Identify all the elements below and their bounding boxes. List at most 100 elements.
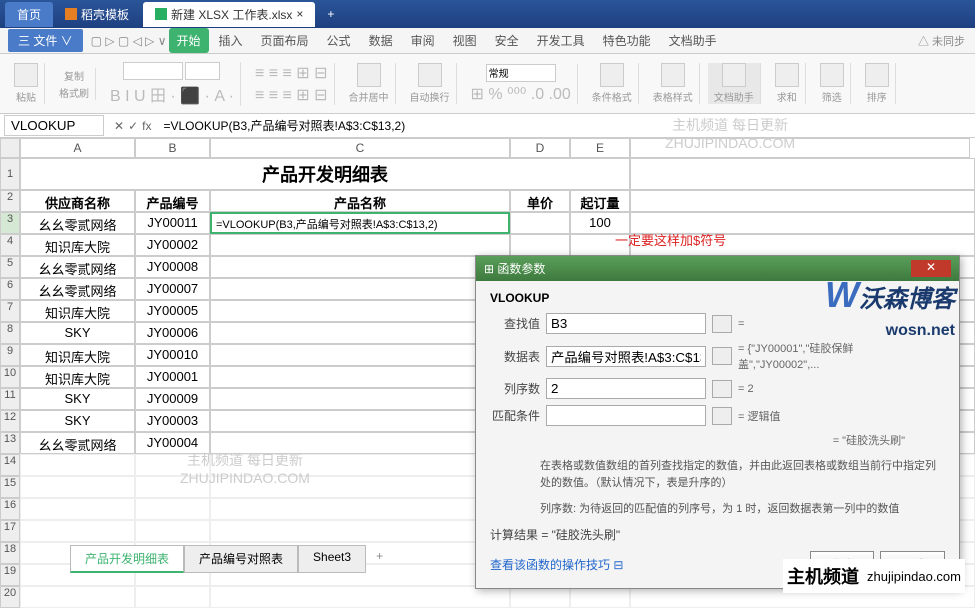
cell-product-name[interactable]	[210, 300, 510, 322]
sheet-tab-3[interactable]: Sheet3	[298, 545, 366, 573]
cell-supplier[interactable]: 幺幺零贰网络	[20, 278, 135, 300]
cell-product-name[interactable]	[210, 278, 510, 300]
cell-product-code[interactable]: JY00001	[135, 366, 210, 388]
cell-price[interactable]	[510, 212, 570, 234]
cell-supplier[interactable]: SKY	[20, 410, 135, 432]
cell[interactable]	[20, 520, 135, 542]
row-header[interactable]: 3	[0, 212, 20, 234]
cell[interactable]	[210, 476, 510, 498]
cell-product-code[interactable]: JY00007	[135, 278, 210, 300]
dochelper-button[interactable]	[722, 63, 746, 87]
menu-data[interactable]: 数据	[361, 28, 401, 53]
cell-supplier[interactable]: 幺幺零贰网络	[20, 212, 135, 234]
tab-add[interactable]: +	[315, 3, 346, 25]
ref-icon[interactable]	[712, 380, 732, 398]
cell[interactable]	[20, 476, 135, 498]
file-menu[interactable]: 三 文件 ∨	[8, 29, 83, 52]
cell-editing[interactable]: =VLOOKUP(B3,产品编号对照表!A$3:C$13,2)	[210, 212, 510, 234]
cell[interactable]	[135, 520, 210, 542]
menu-view[interactable]: 视图	[445, 28, 485, 53]
cell-supplier[interactable]: 知识库大院	[20, 366, 135, 388]
number-buttons[interactable]: ⊞ % ⁰⁰⁰ .0 .00	[471, 84, 571, 104]
cell[interactable]	[20, 498, 135, 520]
row-header[interactable]: 16	[0, 498, 20, 520]
menu-start[interactable]: 开始	[169, 28, 209, 53]
row-header[interactable]: 17	[0, 520, 20, 542]
cell-product-name[interactable]	[210, 410, 510, 432]
cell[interactable]	[135, 454, 210, 476]
cell-product-code[interactable]: JY00008	[135, 256, 210, 278]
filter-button[interactable]	[820, 63, 844, 87]
cell-supplier[interactable]: SKY	[20, 322, 135, 344]
font-combo[interactable]	[123, 62, 183, 80]
cell-supplier[interactable]: 幺幺零贰网络	[20, 432, 135, 454]
row-header[interactable]: 10	[0, 366, 20, 388]
cell-product-name[interactable]	[210, 388, 510, 410]
size-combo[interactable]	[185, 62, 220, 80]
row-header[interactable]: 11	[0, 388, 20, 410]
cell[interactable]	[135, 586, 210, 608]
menu-devtools[interactable]: 开发工具	[529, 28, 593, 53]
cell[interactable]	[20, 454, 135, 476]
row-header[interactable]: 9	[0, 344, 20, 366]
cell-product-code[interactable]: JY00002	[135, 234, 210, 256]
row-header[interactable]: 20	[0, 586, 20, 608]
cell-product-name[interactable]	[210, 432, 510, 454]
cell-product-code[interactable]: JY00004	[135, 432, 210, 454]
sheet-tab-1[interactable]: 产品开发明细表	[70, 545, 184, 573]
copy-label[interactable]: 复制	[64, 68, 84, 83]
row-header[interactable]: 14	[0, 454, 20, 476]
menu-review[interactable]: 审阅	[403, 28, 443, 53]
menu-layout[interactable]: 页面布局	[253, 28, 317, 53]
cell-supplier[interactable]: 幺幺零贰网络	[20, 256, 135, 278]
sum-button[interactable]	[775, 63, 799, 87]
param4-input[interactable]	[546, 405, 706, 426]
row-header[interactable]: 8	[0, 322, 20, 344]
dialog-help-link[interactable]: 查看该函数的操作技巧 ⊟	[490, 556, 623, 573]
menu-dochelper[interactable]: 文档助手	[661, 28, 725, 53]
accept-formula-icon[interactable]: ✓	[128, 119, 138, 133]
cell-product-name[interactable]	[210, 234, 510, 256]
cell[interactable]	[630, 190, 975, 212]
row-header[interactable]: 4	[0, 234, 20, 256]
cell-product-name[interactable]	[210, 366, 510, 388]
cell-product-code[interactable]: JY00005	[135, 300, 210, 322]
row-header[interactable]: 2	[0, 190, 20, 212]
cell[interactable]	[510, 586, 570, 608]
cell-supplier[interactable]: 知识库大院	[20, 300, 135, 322]
align-buttons[interactable]: ≡ ≡ ≡ ⊞ ⊟	[255, 63, 328, 83]
row-header[interactable]: 15	[0, 476, 20, 498]
param3-input[interactable]	[546, 378, 706, 399]
menu-security[interactable]: 安全	[487, 28, 527, 53]
tablestyle-button[interactable]	[661, 63, 685, 87]
param2-input[interactable]	[546, 346, 706, 367]
sheet-tab-add[interactable]: +	[366, 545, 393, 573]
sort-button[interactable]	[865, 63, 889, 87]
format-label[interactable]: 格式刷	[59, 85, 89, 100]
row-header[interactable]: 13	[0, 432, 20, 454]
col-header[interactable]: B	[135, 138, 210, 158]
tab-home[interactable]: 首页	[5, 2, 53, 27]
font-style-buttons[interactable]: B I U 田 · ⬛ · A ·	[110, 82, 234, 106]
menu-formula[interactable]: 公式	[319, 28, 359, 53]
row-header[interactable]: 6	[0, 278, 20, 300]
cell[interactable]	[630, 158, 975, 190]
cell[interactable]	[570, 586, 630, 608]
wrap-button[interactable]	[418, 63, 442, 87]
cell-product-code[interactable]: JY00006	[135, 322, 210, 344]
sheet-tab-2[interactable]: 产品编号对照表	[184, 545, 298, 573]
formula-input[interactable]: =VLOOKUP(B3,产品编号对照表!A$3:C$13,2)	[157, 115, 975, 136]
cell-product-code[interactable]: JY00003	[135, 410, 210, 432]
col-header[interactable]: C	[210, 138, 510, 158]
cell[interactable]	[210, 586, 510, 608]
ref-icon[interactable]	[712, 315, 732, 333]
cell-product-name[interactable]	[210, 322, 510, 344]
col-header[interactable]: A	[20, 138, 135, 158]
cell-product-name[interactable]	[210, 256, 510, 278]
row-header[interactable]: 1	[0, 158, 20, 190]
col-header[interactable]: E	[570, 138, 630, 158]
cell-product-code[interactable]: JY00010	[135, 344, 210, 366]
cell[interactable]	[20, 586, 135, 608]
cell[interactable]	[210, 454, 510, 476]
cancel-formula-icon[interactable]: ✕	[114, 119, 124, 133]
